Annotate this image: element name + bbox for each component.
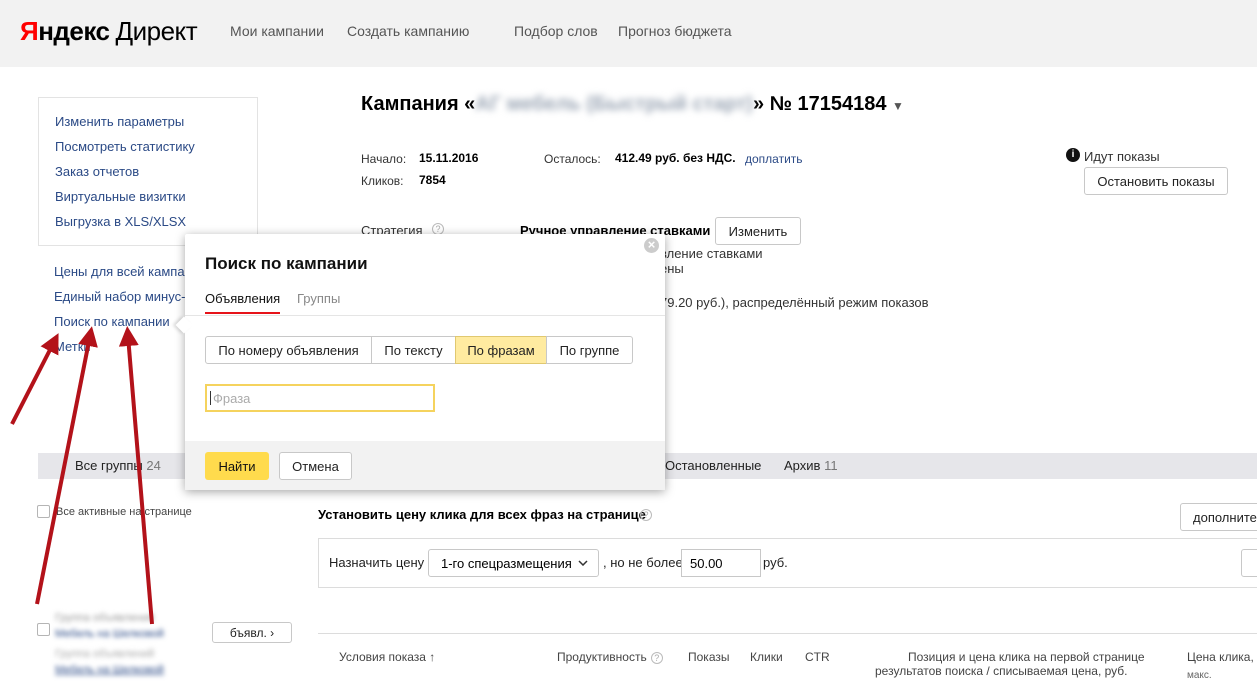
group-checkbox[interactable] <box>37 623 50 636</box>
start-label: Начало: <box>361 152 407 166</box>
tab-ads[interactable]: Объявления <box>205 291 280 306</box>
campaign-dropdown-icon[interactable]: ▼ <box>892 99 904 113</box>
nav-budget-forecast[interactable]: Прогноз бюджета <box>618 23 732 39</box>
more-button[interactable]: дополните <box>1180 503 1257 531</box>
select-all-checkbox[interactable] <box>37 505 50 518</box>
tabs-divider <box>185 315 665 316</box>
price-assign-row: Назначить цену 1-го спецразмещения , но … <box>318 538 1257 588</box>
col-conditions[interactable]: Условия показа ↑ <box>339 650 435 664</box>
remaining-value: 412.49 руб. без НДС. <box>615 151 736 165</box>
campaign-prices-link[interactable]: Цены для всей кампании <box>54 264 206 279</box>
modal-title: Поиск по кампании <box>205 254 368 273</box>
strategy-detail-line2: вление ставками <box>660 246 763 261</box>
remaining-label: Осталось: <box>544 152 601 166</box>
search-by-group[interactable]: По группе <box>546 336 633 364</box>
find-button[interactable]: Найти <box>205 452 269 480</box>
export-xls-link[interactable]: Выгрузка в XLS/XLSX <box>55 214 186 229</box>
yandex-direct-logo[interactable]: Яндекс Директ <box>20 16 198 47</box>
tab-groups[interactable]: Группы <box>297 291 340 306</box>
col-ctr[interactable]: CTR <box>805 650 830 664</box>
campaign-title: Кампания «АГ мебель (Быстрый старт)» № 1… <box>361 93 904 115</box>
modal-pointer <box>175 316 193 334</box>
col-clicks[interactable]: Клики <box>750 650 783 664</box>
phrase-input[interactable]: Фраза <box>205 384 435 412</box>
chevron-down-icon <box>578 560 588 566</box>
all-active-label: Все активные на странице <box>56 506 192 518</box>
currency-label: руб. <box>763 555 788 570</box>
info-icon: i <box>1066 148 1080 162</box>
col-position-line1: Позиция и цена клика на первой странице <box>908 650 1145 664</box>
start-value: 15.11.2016 <box>419 151 479 165</box>
edit-params-link[interactable]: Изменить параметры <box>55 114 184 129</box>
top-header: Яндекс Директ Мои кампании Создать кампан… <box>0 0 1257 67</box>
col-impressions[interactable]: Показы <box>688 650 729 664</box>
clicks-value: 7854 <box>419 173 446 187</box>
close-icon[interactable]: × <box>644 238 659 253</box>
campaign-actions-box: Изменить параметры Посмотреть статистику… <box>38 97 258 246</box>
search-by-ad-number[interactable]: По номеру объявления <box>205 336 372 364</box>
order-reports-link[interactable]: Заказ отчетов <box>55 164 139 179</box>
apply-price-button[interactable] <box>1241 549 1257 577</box>
view-stats-link[interactable]: Посмотреть статистику <box>55 139 195 154</box>
col-position-line2: результатов поиска / списываемая цена, р… <box>875 664 1128 678</box>
change-strategy-button[interactable]: Изменить <box>715 217 801 245</box>
cancel-button[interactable]: Отмена <box>279 452 352 480</box>
modal-footer: Найти Отмена <box>185 441 665 490</box>
campaign-search-modal: Поиск по кампании × Объявления Группы По… <box>175 234 665 490</box>
red-arrow-3 <box>118 326 154 625</box>
group-info-blurred: Группа объявлений Мебель на Шелковой Гру… <box>55 612 164 676</box>
search-by-phrases[interactable]: По фразам <box>455 336 547 364</box>
campaign-search-link[interactable]: Поиск по кампании <box>54 314 170 329</box>
search-by-text[interactable]: По тексту <box>371 336 456 364</box>
set-price-title: Установить цену клика для всех фраз на с… <box>318 507 646 522</box>
text-cursor <box>210 391 211 405</box>
stop-impressions-button[interactable]: Остановить показы <box>1084 167 1228 195</box>
active-tab-underline <box>205 312 280 314</box>
campaign-name-blurred: АГ мебель (Быстрый старт) <box>475 93 753 115</box>
virtual-cards-link[interactable]: Виртуальные визитки <box>55 189 186 204</box>
status-text: Идут показы <box>1084 149 1160 164</box>
nav-word-selection[interactable]: Подбор слов <box>514 23 598 39</box>
clicks-label: Кликов: <box>361 174 404 188</box>
position-select[interactable]: 1-го спецразмещения <box>428 549 599 577</box>
tags-link[interactable]: Метки <box>54 339 91 354</box>
productivity-help-icon[interactable]: ? <box>650 651 663 664</box>
col-price-line1: Цена клика, <box>1187 650 1254 664</box>
nav-my-campaigns[interactable]: Мои кампании <box>230 23 324 39</box>
phrases-table-header: Условия показа ↑ Продуктивность? Показы … <box>318 633 1257 687</box>
ads-button[interactable]: бъявл. › <box>212 622 292 643</box>
strategy-detail-line4: 79.20 руб.), распределённый режим показо… <box>660 295 929 310</box>
nav-create-campaign[interactable]: Создать кампанию <box>347 23 469 39</box>
topup-link[interactable]: доплатить <box>745 152 803 166</box>
col-productivity[interactable]: Продуктивность? <box>557 650 663 664</box>
max-price-input[interactable]: 50.00 <box>681 549 761 577</box>
not-more-label: , но не более <box>603 555 683 570</box>
assign-price-label: Назначить цену <box>329 555 425 570</box>
col-price-line2: макс. <box>1187 670 1212 681</box>
filter-archive[interactable]: Архив 11 <box>784 458 838 473</box>
filter-all-groups[interactable]: Все группы 24 <box>75 458 161 473</box>
filter-stopped[interactable]: Остановленные <box>665 458 761 473</box>
red-arrow-1 <box>10 333 59 425</box>
set-price-help-icon[interactable]: ? <box>640 509 652 521</box>
